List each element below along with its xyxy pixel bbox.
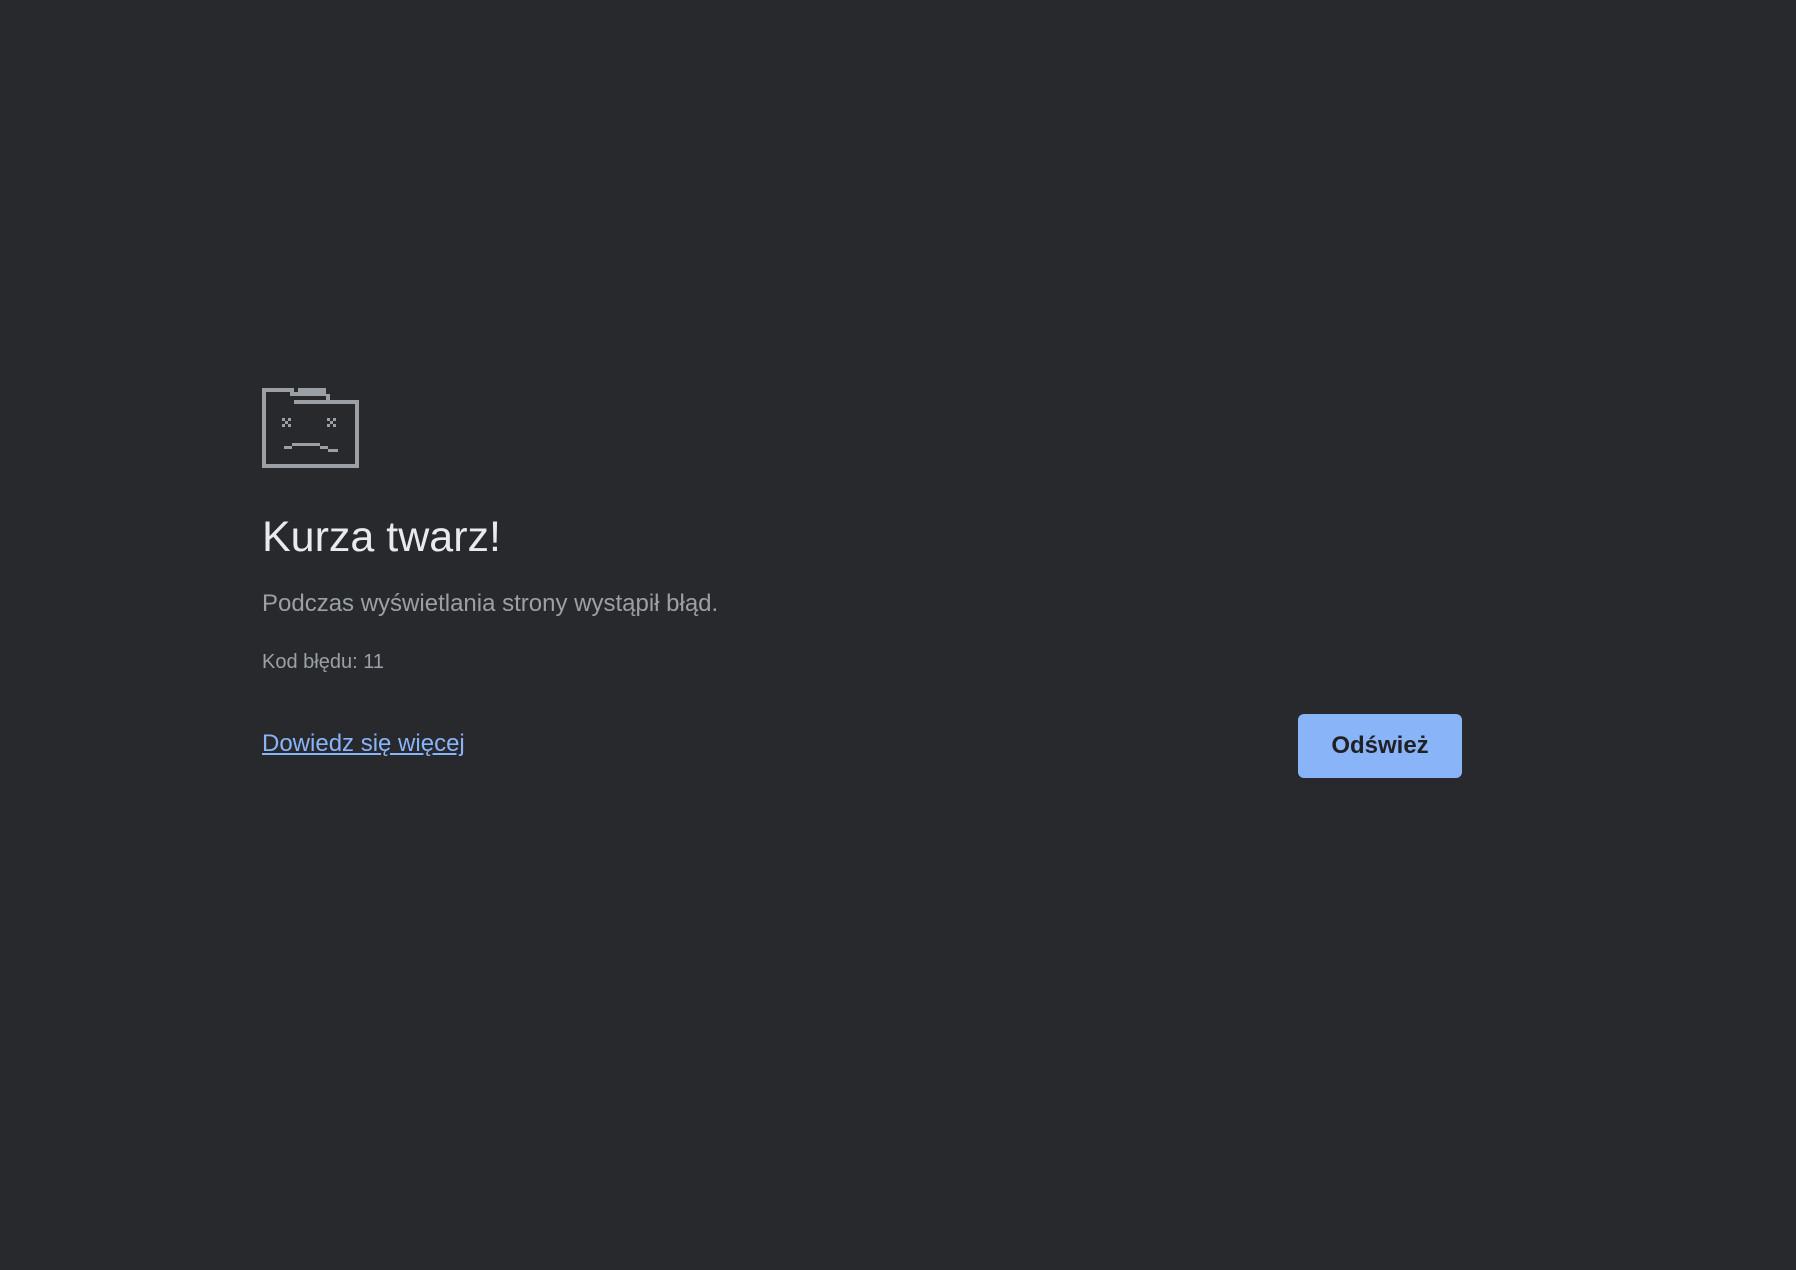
actions-row: Dowiedz się więcej Odśwież xyxy=(262,714,1462,778)
error-message: Podczas wyświetlania strony wystąpił błą… xyxy=(262,590,719,617)
sad-tab-icon xyxy=(262,388,359,468)
page-title: Kurza twarz! xyxy=(262,513,501,561)
learn-more-link[interactable]: Dowiedz się więcej xyxy=(262,728,465,760)
error-content: Kurza twarz! Podczas wyświetlania strony… xyxy=(262,386,1462,778)
error-code: Kod błędu: 11 xyxy=(262,651,384,673)
reload-button[interactable]: Odśwież xyxy=(1298,714,1462,778)
error-page: Kurza twarz! Podczas wyświetlania strony… xyxy=(0,0,1796,1270)
